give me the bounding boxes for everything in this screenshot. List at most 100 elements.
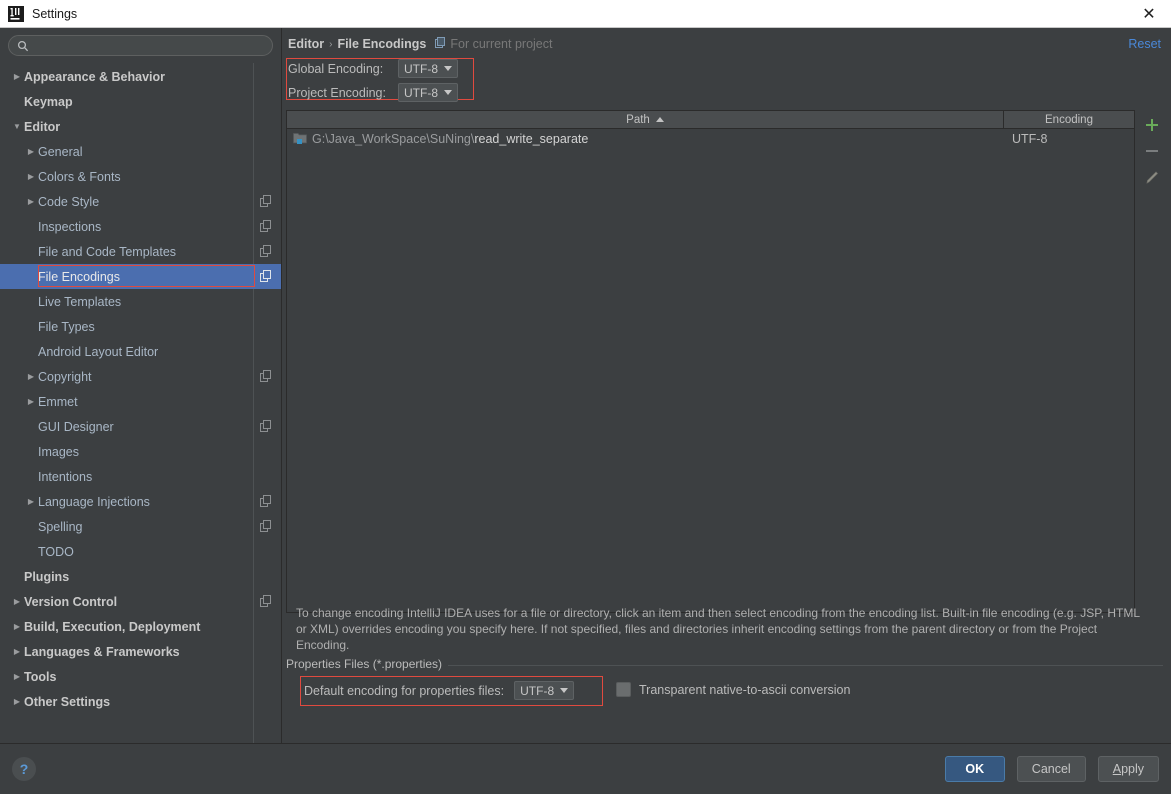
sidebar-item-inspections[interactable]: Inspections [0,214,281,239]
properties-files-group: Properties Files (*.properties) Default … [286,657,1163,715]
default-properties-encoding-label: Default encoding for properties files: [304,683,505,698]
chevron-right-icon[interactable]: ▶ [24,497,38,506]
sidebar-item-code-style[interactable]: ▶ Code Style [0,189,281,214]
table-row[interactable]: G:\Java_WorkSpace\SuNing\ read_write_sepa… [287,129,1134,149]
sidebar-item-tools[interactable]: ▶ Tools [0,664,281,689]
project-scope-icon [260,595,272,610]
global-encoding-value: UTF-8 [404,61,438,76]
chevron-right-icon[interactable]: ▶ [24,372,38,381]
settings-tree: ▶ Appearance & Behavior Keymap ▼ Editor ▶ Gene… [0,62,281,714]
chevron-right-icon[interactable]: ▶ [24,197,38,206]
sidebar-item-live-templates[interactable]: Live Templates [0,289,281,314]
global-encoding-select[interactable]: UTF-8 [398,59,458,78]
global-encoding-label: Global Encoding: [288,61,384,76]
sidebar-item-label: GUI Designer [38,419,114,434]
chevron-down-icon [560,688,569,693]
sidebar-item-label: Editor [24,119,61,134]
sidebar-item-spelling[interactable]: Spelling [0,514,281,539]
sidebar-item-todo[interactable]: TODO [0,539,281,564]
transparent-conversion-checkbox[interactable] [616,682,631,697]
properties-group-title: Properties Files (*.properties) [286,657,449,671]
sidebar-item-label: Colors & Fonts [38,169,121,184]
chevron-down-icon [444,66,452,71]
encoding-description: To change encoding IntelliJ IDEA uses fo… [296,606,1140,652]
table-header-row: Path Encoding [287,111,1134,129]
sidebar-item-file-encodings[interactable]: File Encodings [0,264,281,289]
project-scope-icon [435,37,446,51]
sidebar-item-editor[interactable]: ▼ Editor [0,114,281,139]
ok-button[interactable]: OK [944,756,1005,782]
chevron-right-icon[interactable]: ▶ [10,622,24,631]
sidebar-item-build-execution-deployment[interactable]: ▶ Build, Execution, Deployment [0,614,281,639]
search-box[interactable] [8,35,273,56]
sidebar-item-other-settings[interactable]: ▶ Other Settings [0,689,281,714]
chevron-down-icon [444,90,452,95]
sidebar-item-language-injections[interactable]: ▶ Language Injections [0,489,281,514]
default-properties-encoding-select[interactable]: UTF-8 [514,681,575,700]
column-header-encoding[interactable]: Encoding [1004,111,1134,128]
sidebar-item-gui-designer[interactable]: GUI Designer [0,414,281,439]
breadcrumb-parent[interactable]: Editor [288,37,324,51]
cancel-button[interactable]: Cancel [1016,756,1086,782]
sidebar-item-version-control[interactable]: ▶ Version Control [0,589,281,614]
search-input[interactable] [33,38,264,53]
help-button[interactable]: ? [12,757,36,781]
sidebar-item-label: Languages & Frameworks [24,644,180,659]
transparent-conversion-label: Transparent native-to-ascii conversion [639,682,851,697]
table-body: G:\Java_WorkSpace\SuNing\ read_write_sepa… [287,129,1134,149]
remove-path-button[interactable] [1140,138,1164,164]
sidebar-item-file-types[interactable]: File Types [0,314,281,339]
sidebar-item-emmet[interactable]: ▶ Emmet [0,389,281,414]
window-title: Settings [32,6,78,21]
chevron-right-icon[interactable]: ▶ [10,597,24,606]
settings-sidebar: ▶ Appearance & Behavior Keymap ▼ Editor ▶ Gene… [0,28,282,743]
edit-path-button[interactable] [1140,164,1164,190]
column-header-path-label: Path [626,113,650,126]
sidebar-item-keymap[interactable]: Keymap [0,89,281,114]
project-scope-icon [260,220,272,235]
chevron-right-icon[interactable]: ▶ [10,672,24,681]
project-encoding-row: Project Encoding: UTF-8 [288,83,458,102]
sidebar-item-label: File Types [38,319,95,334]
chevron-right-icon[interactable]: ▶ [10,72,24,81]
column-header-path[interactable]: Path [287,111,1004,128]
sidebar-item-label: Inspections [38,219,102,234]
reset-link[interactable]: Reset [1128,37,1161,51]
encodings-table: Path Encoding G:\Java_WorkSpace\SuNing\ r… [286,110,1135,613]
table-toolbar [1139,112,1165,190]
project-scope-icon [260,420,272,435]
chevron-right-icon[interactable]: ▶ [24,397,38,406]
sidebar-item-android-layout-editor[interactable]: Android Layout Editor [0,339,281,364]
sidebar-item-label: Code Style [38,194,100,209]
chevron-right-icon[interactable]: ▶ [10,647,24,656]
sidebar-item-languages-frameworks[interactable]: ▶ Languages & Frameworks [0,639,281,664]
sidebar-item-file-and-code-templates[interactable]: File and Code Templates [0,239,281,264]
sidebar-item-label: Language Injections [38,494,150,509]
global-encoding-row: Global Encoding: UTF-8 [288,59,458,78]
chevron-down-icon[interactable]: ▼ [10,122,24,131]
sidebar-item-general[interactable]: ▶ General [0,139,281,164]
project-scope-icon [260,195,272,210]
chevron-right-icon[interactable]: ▶ [24,172,38,181]
sidebar-item-colors-fonts[interactable]: ▶ Colors & Fonts [0,164,281,189]
sidebar-item-appearance-behavior[interactable]: ▶ Appearance & Behavior [0,64,281,89]
project-scope-icon [260,495,272,510]
sidebar-item-images[interactable]: Images [0,439,281,464]
sidebar-item-plugins[interactable]: Plugins [0,564,281,589]
default-properties-encoding-value: UTF-8 [520,683,555,698]
sidebar-item-label: Emmet [38,394,78,409]
project-encoding-label: Project Encoding: [288,85,386,100]
add-path-button[interactable] [1140,112,1164,138]
project-encoding-select[interactable]: UTF-8 [398,83,458,102]
sidebar-item-copyright[interactable]: ▶ Copyright [0,364,281,389]
chevron-right-icon[interactable]: ▶ [10,697,24,706]
sidebar-item-intentions[interactable]: Intentions [0,464,281,489]
transparent-conversion-row[interactable]: Transparent native-to-ascii conversion [616,682,850,697]
table-cell-encoding[interactable]: UTF-8 [1004,132,1134,146]
close-icon[interactable]: ✕ [1127,0,1171,27]
chevron-right-icon[interactable]: ▶ [24,147,38,156]
sidebar-item-label: Build, Execution, Deployment [24,619,201,634]
apply-button[interactable]: Apply [1097,756,1159,782]
column-header-encoding-label: Encoding [1045,113,1093,126]
apply-mnemonic: A [1112,762,1122,776]
